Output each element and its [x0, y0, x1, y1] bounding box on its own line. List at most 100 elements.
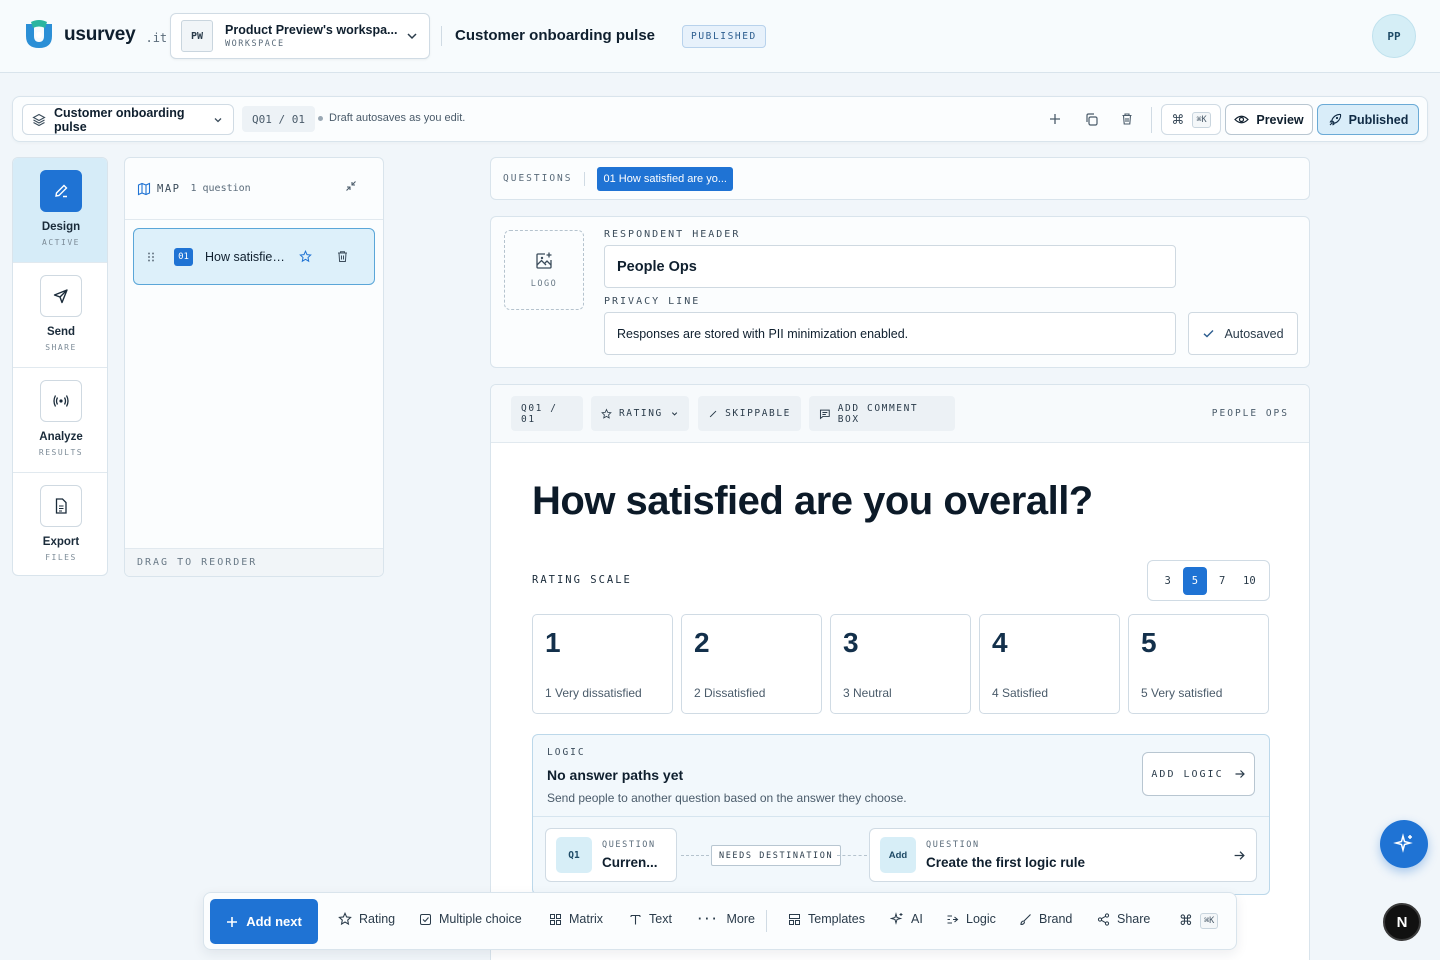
question-position: Q01 / 01 [242, 106, 315, 132]
map-footer: DRAG TO REORDER [125, 548, 383, 576]
add-rating-button[interactable]: Rating [338, 912, 395, 926]
rail-label: Send [46, 326, 76, 338]
logic-destination-node[interactable]: Add QUESTION Create the first logic rule [869, 828, 1257, 882]
source-node-caption: QUESTION [602, 840, 656, 850]
brand-button[interactable]: Brand [1019, 912, 1072, 926]
preview-button[interactable]: Preview [1225, 104, 1313, 135]
templates-button[interactable]: Templates [788, 912, 865, 926]
checkbox-icon [420, 913, 431, 925]
rail-label: Design [41, 221, 81, 233]
more-button[interactable]: ··· More [698, 912, 755, 926]
rating-option-label: 3 Neutral [843, 686, 892, 700]
eye-icon [1234, 115, 1250, 124]
trash-icon[interactable] [336, 250, 349, 263]
rail-item-export[interactable]: Export FILES [13, 473, 107, 575]
questions-strip: QUESTIONS 01 How satisfied are yo... [490, 157, 1310, 200]
add-question-button[interactable] [1045, 109, 1065, 129]
add-text-button[interactable]: Text [629, 912, 672, 926]
autosave-note-text: Draft autosaves as you edit. [329, 112, 466, 124]
layers-icon [32, 113, 46, 126]
scale-option-3[interactable]: 3 [1156, 567, 1180, 595]
map-header: MAP 1 question [125, 158, 383, 220]
next-dev-badge[interactable]: N [1383, 903, 1421, 941]
star-icon [338, 912, 352, 926]
rail-label: Export [42, 536, 80, 548]
user-avatar[interactable]: PP [1372, 14, 1416, 58]
add-matrix-button[interactable]: Matrix [549, 912, 603, 926]
editor-toolbar: Customer onboarding pulse Q01 / 01 Draft… [12, 96, 1428, 142]
destination-node-caption: QUESTION [926, 840, 980, 850]
bottom-item-label: Share [1117, 912, 1151, 926]
workspace-avatar: PW [181, 20, 213, 52]
collapse-map-button[interactable] [345, 180, 357, 192]
star-icon[interactable] [299, 250, 312, 263]
skippable-toggle[interactable]: SKIPPABLE [698, 396, 801, 431]
bottom-divider [766, 910, 767, 932]
privacy-line-input[interactable]: Responses are stored with PII minimizati… [604, 312, 1176, 355]
delete-button[interactable] [1117, 109, 1137, 129]
rail-item-design[interactable]: Design ACTIVE [13, 158, 107, 263]
logic-connector [681, 855, 709, 856]
collapse-icon [346, 181, 356, 191]
survey-select[interactable]: Customer onboarding pulse [22, 104, 234, 135]
next-badge-letter: N [1396, 913, 1408, 931]
question-number-badge: 01 [174, 247, 193, 266]
rating-option[interactable]: 1 1 Very dissatisfied [532, 614, 673, 714]
rating-option-number: 3 [843, 627, 859, 658]
drag-handle-icon[interactable] [146, 251, 156, 263]
rating-option-number: 4 [992, 627, 1008, 658]
add-multiple-choice-button[interactable]: Multiple choice [419, 912, 522, 926]
scale-option-10[interactable]: 10 [1237, 567, 1261, 595]
bottom-item-label: Templates [808, 912, 865, 926]
rail-label: Analyze [39, 431, 83, 443]
share-button[interactable]: Share [1097, 912, 1150, 926]
rail-sub: SHARE [45, 343, 77, 352]
star-icon [601, 407, 612, 419]
logic-panel: LOGIC No answer paths yet Send people to… [532, 734, 1270, 895]
rating-option[interactable]: 4 4 Satisfied [979, 614, 1120, 714]
logic-button[interactable]: Logic [946, 912, 996, 926]
autosaved-button[interactable]: Autosaved [1188, 312, 1298, 355]
published-button[interactable]: Published [1317, 104, 1419, 135]
add-logic-button[interactable]: ADD LOGIC [1142, 752, 1255, 796]
question-type-select[interactable]: RATING [591, 396, 689, 431]
arrow-right-icon [1235, 770, 1245, 778]
rating-option[interactable]: 3 3 Neutral [830, 614, 971, 714]
ai-assistant-button[interactable] [1380, 820, 1428, 868]
rating-scale-toggle: 3 5 7 10 [1147, 560, 1270, 601]
bottom-item-label: Rating [359, 912, 396, 926]
workspace-name: Product Preview's workspa... [225, 23, 398, 37]
logic-source-node[interactable]: Q1 QUESTION Curren... [545, 828, 677, 882]
map-title: MAP [157, 182, 181, 195]
arrow-right-icon [1234, 850, 1245, 860]
rating-option-label: 1 Very dissatisfied [545, 686, 642, 700]
add-comment-box-button[interactable]: ADD COMMENT BOX [809, 396, 955, 431]
brand-logo[interactable]: usurvey .it [22, 18, 167, 52]
rating-option[interactable]: 2 2 Dissatisfied [681, 614, 822, 714]
rating-option[interactable]: 5 5 Very satisfied [1128, 614, 1269, 714]
ai-button[interactable]: AI [890, 912, 923, 926]
command-palette-button[interactable]: ⌘ ⌘K [1179, 912, 1219, 929]
question-card: Q01 / 01 RATING SKIPPABLE ADD COMMENT BO… [490, 384, 1310, 960]
workspace-switcher[interactable]: PW Product Preview's workspa... WORKSPAC… [170, 13, 430, 59]
rail-item-send[interactable]: Send SHARE [13, 263, 107, 368]
question-position-tag: Q01 / 01 [511, 396, 583, 431]
question-card-header: Q01 / 01 RATING SKIPPABLE ADD COMMENT BO… [491, 385, 1309, 443]
status-badge: PUBLISHED [682, 25, 766, 48]
bottom-item-label: AI [911, 912, 923, 926]
command-icon: ⌘ [1171, 111, 1185, 127]
copy-icon [1085, 112, 1098, 126]
question-title[interactable]: How satisfied are you overall? [532, 479, 1093, 524]
command-palette-button[interactable]: ⌘ ⌘K [1161, 104, 1221, 135]
scale-option-5[interactable]: 5 [1182, 566, 1207, 595]
rail-sub: FILES [45, 553, 77, 562]
add-next-button[interactable]: Add next [210, 899, 318, 944]
sparkle-icon [890, 912, 903, 925]
respondent-header-input[interactable]: People Ops [604, 245, 1176, 288]
map-question-item[interactable]: 01 How satisfied are you overall? [133, 228, 375, 285]
logo-upload[interactable]: LOGO [504, 230, 584, 310]
duplicate-button[interactable] [1081, 109, 1101, 129]
question-chip[interactable]: 01 How satisfied are yo... [597, 166, 733, 191]
scale-option-7[interactable]: 7 [1210, 567, 1234, 595]
rail-item-analyze[interactable]: Analyze RESULTS [13, 368, 107, 473]
